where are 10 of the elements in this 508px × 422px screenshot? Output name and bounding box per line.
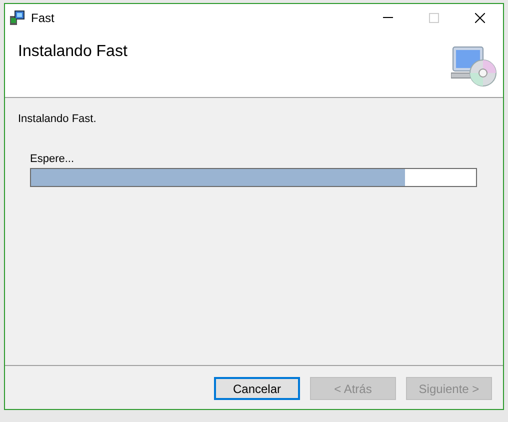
window-title: Fast xyxy=(31,10,54,24)
status-message: Instalando Fast. xyxy=(18,113,98,125)
minimize-icon xyxy=(383,17,393,18)
wizard-button[interactable]: Cancelar xyxy=(214,377,300,400)
maximize-icon xyxy=(429,12,439,22)
header-title: Instalando Fast xyxy=(18,43,128,61)
progress-label: Espere... xyxy=(30,153,76,165)
computer-disc-icon xyxy=(451,45,497,87)
close-icon xyxy=(475,12,485,22)
installer-icon xyxy=(9,10,25,26)
